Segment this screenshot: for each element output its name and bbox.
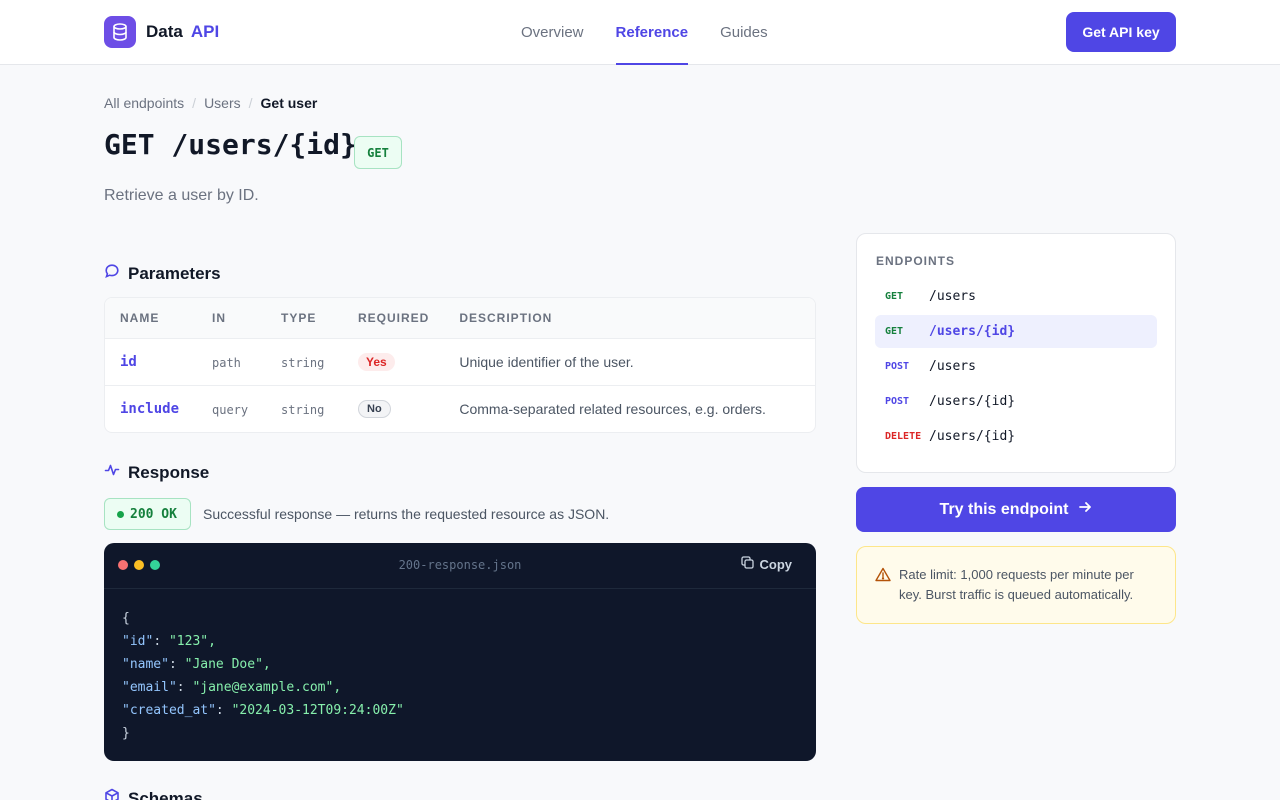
param-location: query [212, 402, 249, 417]
status-description: Successful response — returns the reques… [203, 506, 610, 522]
endpoints-heading: ENDPOINTS [876, 254, 956, 268]
chat-bubble-icon [104, 263, 120, 284]
top-bar: Data API Overview Reference Guides Get A… [0, 0, 1280, 65]
param-description: Comma-separated related resources, e.g. … [459, 400, 766, 417]
rate-limit-notice: Rate limit: 1,000 requests per minute pe… [856, 546, 1176, 624]
column-header: NAME [105, 298, 197, 339]
param-name: include [120, 401, 180, 418]
json-key: "email" [122, 680, 177, 695]
optional-badge: No [358, 400, 391, 419]
json-value: "2024-03-12T09:24:00Z" [231, 703, 404, 718]
param-name: id [120, 354, 137, 370]
breadcrumb-separator: / [192, 95, 197, 111]
get-api-key-button[interactable]: Get API key [1066, 12, 1176, 52]
code-line: "name": "Jane Doe", [122, 657, 271, 672]
endpoint-method: POST [885, 361, 910, 372]
parameters-heading-label: Parameters [128, 263, 221, 283]
endpoint-item[interactable]: DELETE /users/{id} [875, 420, 1157, 453]
breadcrumb-current: Get user [260, 95, 318, 111]
status-dot-icon [117, 510, 124, 518]
endpoint-item[interactable]: POST /users/{id} [875, 385, 1157, 418]
schemas-heading-label: Schemas [128, 788, 203, 800]
code-block-toolbar: 200-response.json Copy [104, 543, 816, 589]
code-line: "id": "123", [122, 634, 216, 649]
status-badge: 200 OK [104, 498, 191, 530]
brand-logo[interactable]: Data API [104, 16, 219, 48]
nav-guides[interactable]: Guides [720, 0, 768, 64]
nav-overview[interactable]: Overview [521, 0, 584, 64]
endpoint-path: /users [929, 359, 976, 374]
activity-icon [104, 462, 120, 483]
json-key: "name" [122, 657, 169, 672]
param-type: string [281, 402, 325, 417]
param-location: path [212, 355, 241, 370]
response-heading-label: Response [128, 462, 210, 482]
endpoints-panel: ENDPOINTS GET /users GET /users/{id} POS… [856, 233, 1176, 473]
method-badge: GET [354, 136, 402, 169]
table-row: include query string No Comma-separated … [105, 385, 815, 432]
param-type: string [281, 355, 325, 370]
parameters-table: NAME IN TYPE REQUIRED DESCRIPTION id pat… [104, 297, 816, 433]
page-title: GET /users/{id} [104, 128, 357, 161]
try-endpoint-label: Try this endpoint [939, 500, 1069, 518]
json-value: "123", [168, 634, 216, 649]
breadcrumb-separator: / [248, 95, 253, 111]
endpoint-item[interactable]: GET /users [875, 280, 1157, 313]
code-block: 200-response.json Copy { "id": "123", "n… [104, 543, 816, 761]
copy-button[interactable]: Copy [740, 556, 793, 572]
param-description: Unique identifier of the user. [459, 353, 634, 370]
response-heading: Response [104, 462, 209, 483]
brand-word: Data [146, 22, 183, 41]
endpoint-item[interactable]: POST /users [875, 350, 1157, 383]
code-content: { "id": "123", "name": "Jane Doe", "emai… [104, 589, 816, 761]
try-endpoint-button[interactable]: Try this endpoint [856, 487, 1176, 532]
schemas-heading: Schemas [104, 788, 203, 800]
endpoint-path: /users/{id} [929, 394, 1016, 409]
copy-label: Copy [759, 556, 793, 572]
endpoint-item-active[interactable]: GET /users/{id} [875, 315, 1157, 348]
breadcrumb: All endpoints / Users / Get user [104, 95, 317, 111]
table-row: id path string Yes Unique identifier of … [105, 338, 815, 386]
database-icon [104, 16, 136, 48]
json-value: "jane@example.com", [192, 680, 342, 695]
endpoint-method: DELETE [885, 431, 922, 442]
code-line: } [122, 726, 130, 741]
arrow-right-icon [1078, 500, 1092, 519]
column-header: REQUIRED [343, 298, 445, 339]
table-header-row: NAME IN TYPE REQUIRED DESCRIPTION [105, 298, 815, 339]
endpoint-path: /users [929, 289, 976, 304]
endpoint-path: /users/{id} [929, 429, 1016, 444]
endpoint-method: GET [885, 291, 904, 302]
endpoint-method: GET [885, 326, 904, 337]
endpoint-method: POST [885, 396, 910, 407]
warning-icon [875, 567, 891, 588]
endpoint-description: Retrieve a user by ID. [104, 187, 259, 204]
json-value: "Jane Doe", [184, 657, 271, 672]
code-filename: 200-response.json [398, 558, 522, 572]
code-line: "email": "jane@example.com", [122, 680, 342, 695]
json-key: "created_at" [122, 703, 216, 718]
column-header: DESCRIPTION [444, 298, 815, 339]
parameters-heading: Parameters [104, 263, 221, 284]
nav-reference[interactable]: Reference [615, 0, 688, 65]
required-badge: Yes [358, 352, 395, 371]
column-header: TYPE [266, 298, 343, 339]
cube-icon [104, 788, 120, 800]
breadcrumb-users[interactable]: Users [204, 95, 241, 111]
code-line: "created_at": "2024-03-12T09:24:00Z" [122, 703, 404, 718]
code-line: { [122, 611, 130, 626]
brand-accent: API [190, 22, 220, 41]
endpoint-path: /users/{id} [929, 324, 1016, 339]
main-nav: Overview Reference Guides [521, 0, 768, 65]
column-header: IN [197, 298, 266, 339]
notice-text: Rate limit: 1,000 requests per minute pe… [899, 567, 1134, 602]
copy-icon [740, 556, 754, 572]
json-key: "id" [122, 634, 154, 649]
breadcrumb-all-endpoints[interactable]: All endpoints [104, 95, 184, 111]
status-code: 200 OK [130, 506, 177, 522]
